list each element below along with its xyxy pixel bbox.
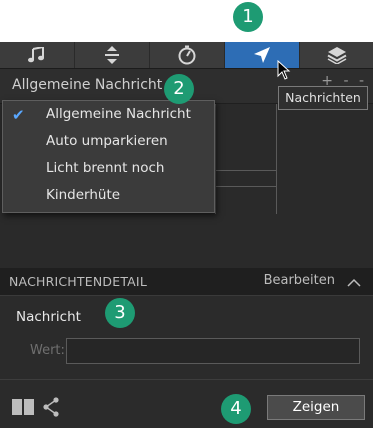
list-grid (215, 104, 277, 214)
detail-title: Nachricht (16, 309, 81, 325)
tab-timer[interactable] (150, 42, 225, 68)
split-view-icon[interactable] (12, 399, 34, 419)
message-type-dropdown: ✔ Allgemeine Nachricht Auto umparkieren … (2, 100, 215, 213)
toolbar (0, 42, 373, 69)
dropdown-item-auto-umparkieren[interactable]: Auto umparkieren (3, 128, 214, 155)
tab-layers[interactable] (300, 42, 373, 68)
wert-label: Wert: (30, 343, 65, 358)
show-button[interactable]: Zeigen (267, 395, 365, 420)
check-icon: ✔ (12, 106, 25, 124)
dropdown-item-label: Licht brennt noch (46, 160, 165, 176)
music-note-icon (28, 47, 46, 63)
wert-input[interactable] (66, 338, 360, 364)
step-badge-1: 1 (233, 2, 263, 32)
dropdown-item-allgemeine-nachricht[interactable]: ✔ Allgemeine Nachricht (3, 101, 214, 128)
message-type-select[interactable]: Allgemeine Nachricht ⌵ (12, 77, 177, 93)
tab-vertical-arrows[interactable] (75, 42, 150, 68)
chevron-up-icon[interactable] (347, 275, 361, 289)
timer-icon (177, 45, 197, 65)
section-title: NACHRICHTENDETAIL (9, 274, 147, 289)
tooltip: Nachrichten (278, 86, 368, 110)
section-header: NACHRICHTENDETAIL Bearbeiten (0, 268, 373, 296)
list-divider (216, 170, 276, 171)
dropdown-item-label: Kinderhüte (46, 187, 121, 203)
step-badge-2: 2 (164, 74, 194, 104)
navigation-arrow-icon (253, 46, 271, 64)
step-badge-4: 4 (221, 394, 251, 424)
share-icon[interactable] (42, 397, 60, 421)
vertical-arrows-icon (105, 46, 119, 64)
dropdown-item-kinderhuete[interactable]: Kinderhüte (3, 182, 214, 209)
message-type-label: Allgemeine Nachricht (12, 77, 163, 93)
step-badge-3: 3 (105, 298, 135, 328)
mouse-cursor-icon (277, 59, 291, 84)
dropdown-item-label: Allgemeine Nachricht (46, 106, 191, 122)
edit-button[interactable]: Bearbeiten (264, 273, 335, 288)
dropdown-item-licht-brennt-noch[interactable]: Licht brennt noch (3, 155, 214, 182)
list-divider (216, 186, 276, 187)
dropdown-item-label: Auto umparkieren (46, 133, 168, 149)
tab-music[interactable] (0, 42, 75, 68)
layers-icon (327, 46, 347, 64)
